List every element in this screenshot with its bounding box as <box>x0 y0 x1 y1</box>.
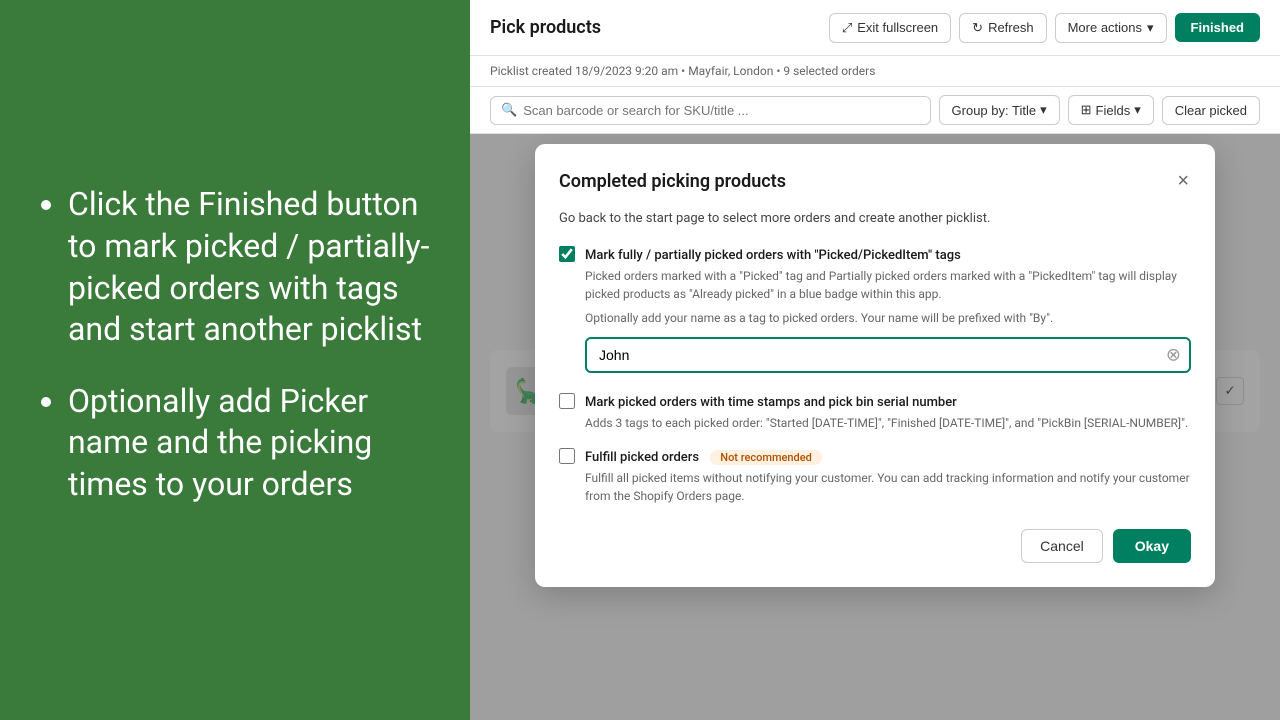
finished-button[interactable]: Finished <box>1175 13 1260 42</box>
search-box[interactable]: 🔍 <box>490 96 931 125</box>
search-icon: 🔍 <box>501 103 517 118</box>
content-area: 🦕 Animal Zone Stegosaurus • TOYS R US • … <box>470 134 1280 720</box>
mark-picked-checkbox[interactable] <box>559 246 575 262</box>
sub-bar: Picklist created 18/9/2023 9:20 am • May… <box>470 56 1280 87</box>
more-actions-button[interactable]: More actions ▾ <box>1055 13 1167 43</box>
modal-title: Completed picking products <box>559 171 786 192</box>
modal-close-button[interactable]: × <box>1175 168 1191 195</box>
search-input[interactable] <box>523 103 919 118</box>
modal-header: Completed picking products × <box>559 168 1191 195</box>
completed-picking-modal: Completed picking products × Go back to … <box>535 144 1215 587</box>
checkbox1-subtext2: Optionally add your name as a tag to pic… <box>585 309 1191 327</box>
fulfill-orders-checkbox[interactable] <box>559 448 575 464</box>
checkbox1-content: Mark fully / partially picked orders wit… <box>585 244 1191 327</box>
clear-icon: ⊗ <box>1166 345 1181 365</box>
not-recommended-badge: Not recommended <box>710 450 822 465</box>
cancel-button[interactable]: Cancel <box>1021 529 1103 563</box>
clear-picked-button[interactable]: Clear picked <box>1162 96 1260 125</box>
fields-button[interactable]: ⊞ Fields ▾ <box>1068 95 1154 125</box>
bullet-list: Click the Finished button to mark picked… <box>40 184 430 535</box>
name-input-wrapper: ⊗ <box>585 337 1191 373</box>
close-icon: × <box>1177 170 1189 192</box>
bullet-item-2: Optionally add Picker name and the picki… <box>68 381 430 506</box>
checkbox2-subtext: Adds 3 tags to each picked order: "Start… <box>585 414 1188 432</box>
checkbox-row-1: Mark fully / partially picked orders wit… <box>559 244 1191 327</box>
timestamp-checkbox[interactable] <box>559 393 575 409</box>
checkbox-row-3: Fulfill picked orders Not recommended Fu… <box>559 446 1191 505</box>
name-input-clear-button[interactable]: ⊗ <box>1166 345 1181 366</box>
exit-fullscreen-button[interactable]: ⤢ Exit fullscreen <box>829 13 951 43</box>
picker-name-input[interactable] <box>585 337 1191 373</box>
page-title: Pick products <box>490 17 601 38</box>
checkbox1-subtext: Picked orders marked with a "Picked" tag… <box>585 267 1191 303</box>
modal-footer: Cancel Okay <box>559 529 1191 563</box>
checkbox2-label[interactable]: Mark picked orders with time stamps and … <box>585 395 957 410</box>
checkbox1-label[interactable]: Mark fully / partially picked orders wit… <box>585 248 961 263</box>
refresh-button[interactable]: ↻ Refresh <box>959 13 1046 43</box>
picklist-info: Picklist created 18/9/2023 9:20 am • May… <box>490 64 875 78</box>
fields-icon: ⊞ <box>1081 102 1092 118</box>
checkbox2-content: Mark picked orders with time stamps and … <box>585 391 1188 432</box>
fields-chevron-icon: ▾ <box>1134 102 1141 118</box>
refresh-icon: ↻ <box>972 20 983 36</box>
group-by-chevron-icon: ▾ <box>1040 102 1047 118</box>
modal-overlay: Completed picking products × Go back to … <box>470 134 1280 720</box>
okay-button[interactable]: Okay <box>1113 529 1191 563</box>
checkbox3-label[interactable]: Fulfill picked orders Not recommended <box>585 450 822 465</box>
exit-fullscreen-icon: ⤢ <box>842 20 852 36</box>
more-actions-chevron-icon: ▾ <box>1147 20 1154 36</box>
checkbox3-subtext: Fulfill all picked items without notifyi… <box>585 469 1191 505</box>
top-bar-actions: ⤢ Exit fullscreen ↻ Refresh More actions… <box>829 13 1260 43</box>
left-panel: Click the Finished button to mark picked… <box>0 0 470 720</box>
right-panel: Pick products ⤢ Exit fullscreen ↻ Refres… <box>470 0 1280 720</box>
bullet-item-1: Click the Finished button to mark picked… <box>68 184 430 350</box>
top-bar: Pick products ⤢ Exit fullscreen ↻ Refres… <box>470 0 1280 56</box>
filter-bar: 🔍 Group by: Title ▾ ⊞ Fields ▾ Clear pic… <box>470 87 1280 134</box>
group-by-button[interactable]: Group by: Title ▾ <box>939 95 1060 125</box>
checkbox-row-2: Mark picked orders with time stamps and … <box>559 391 1191 432</box>
checkbox3-content: Fulfill picked orders Not recommended Fu… <box>585 446 1191 505</box>
modal-description: Go back to the start page to select more… <box>559 211 1191 226</box>
